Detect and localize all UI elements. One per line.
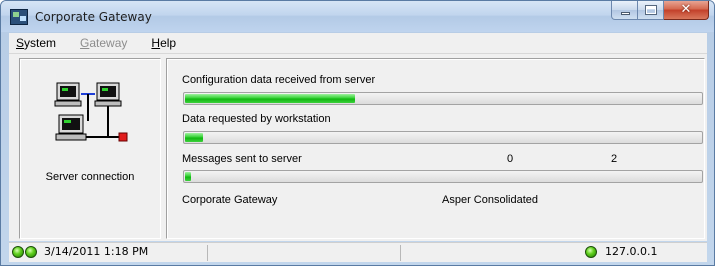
- product-name: Corporate Gateway: [182, 194, 278, 206]
- config-received-progress: [183, 92, 703, 105]
- connection-panel: Server connection: [19, 58, 161, 239]
- data-requested-progress-fill: [185, 133, 203, 142]
- company-name: Asper Consolidated: [442, 194, 539, 206]
- minimize-button[interactable]: [611, 1, 638, 20]
- status-ip-address: 127.0.0.1: [605, 245, 658, 258]
- menu-system[interactable]: System: [16, 36, 56, 50]
- status-bar: 3/14/2011 1:18 PM 127.0.0.1: [9, 242, 707, 262]
- menu-bar: System Gateway Help: [9, 33, 707, 54]
- config-received-label: Configuration data received from server: [182, 74, 376, 86]
- messages-sent-progress-fill: [185, 172, 191, 181]
- messages-sent-count-a: 0: [507, 153, 514, 165]
- client-area: Server connection Configuration data rec…: [9, 54, 707, 241]
- minimize-icon: [621, 12, 630, 15]
- status-cell-empty: [208, 245, 401, 261]
- menu-help[interactable]: Help: [151, 36, 176, 50]
- window-controls: ✕: [611, 1, 709, 21]
- network-computers-icon: [54, 82, 128, 142]
- close-button[interactable]: ✕: [664, 1, 709, 20]
- data-requested-progress: [183, 131, 703, 144]
- messages-sent-count-b: 2: [611, 153, 618, 165]
- status-panel: Configuration data received from server …: [166, 58, 705, 239]
- connection-led-icon: [585, 246, 597, 258]
- data-requested-label: Data requested by workstation: [182, 113, 331, 125]
- app-window: Corporate Gateway ✕ System Gateway Help: [0, 0, 715, 266]
- maximize-button[interactable]: [638, 1, 664, 20]
- menu-gateway[interactable]: Gateway: [80, 36, 127, 50]
- window-title: Corporate Gateway: [35, 10, 152, 24]
- status-cell-datetime: [9, 245, 208, 261]
- config-received-progress-fill: [185, 94, 355, 103]
- close-icon: ✕: [680, 2, 692, 17]
- maximize-icon: [646, 6, 656, 14]
- messages-sent-label: Messages sent to server: [182, 153, 302, 165]
- network-gateway-icon[interactable]: [10, 9, 28, 25]
- messages-sent-progress: [183, 170, 703, 183]
- server-connection-label: Server connection: [45, 171, 135, 183]
- title-bar[interactable]: Corporate Gateway ✕: [1, 1, 714, 32]
